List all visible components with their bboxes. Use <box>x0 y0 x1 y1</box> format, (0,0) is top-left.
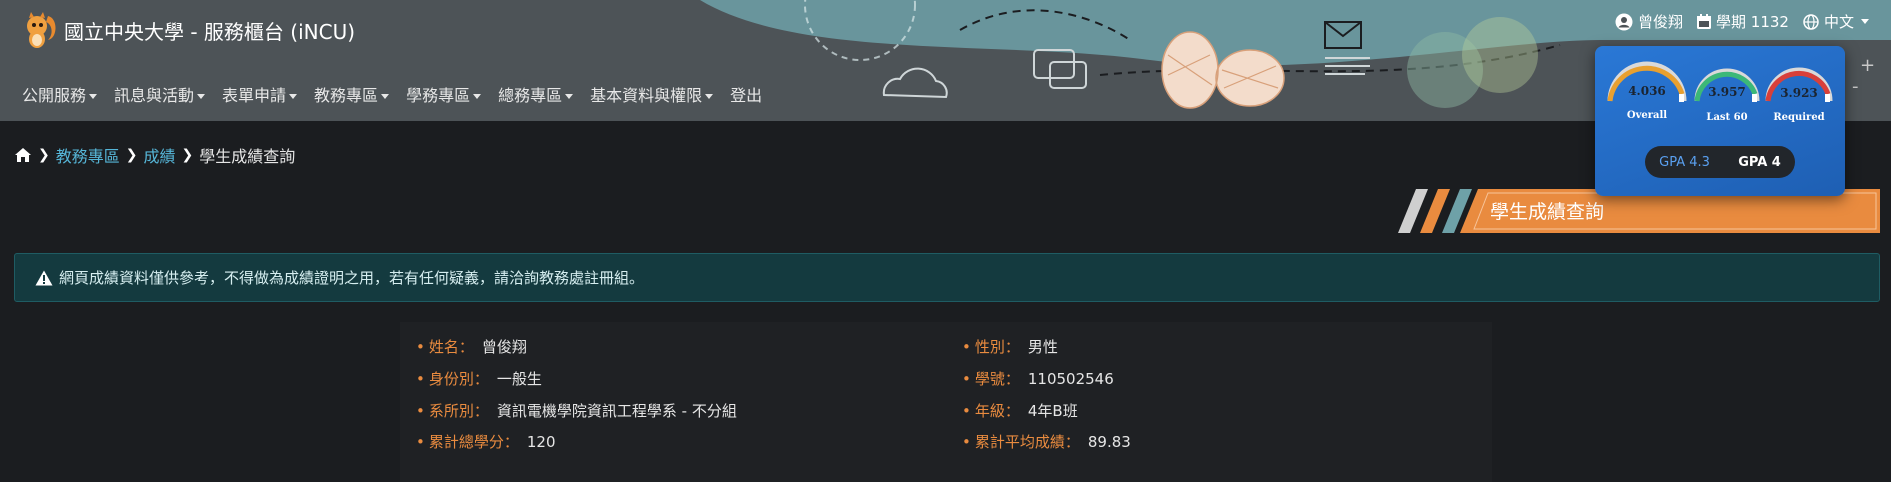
language-selector[interactable]: 中文 <box>1803 11 1869 32</box>
info-value: 89.83 <box>1087 432 1131 451</box>
nav-item-student-affairs[interactable]: 學務專區 <box>406 82 482 106</box>
notice-alert: 網頁成績資料僅供參考，不得做為成績證明之用，若有任何疑義，請洽詢教務處註冊組。 <box>14 253 1880 302</box>
info-grade-year: • 年級： 4年B班 <box>962 400 1078 421</box>
gauge-overall-value: 4.036 <box>1628 84 1666 98</box>
minus-icon[interactable]: - <box>1852 76 1859 97</box>
gauge-required-label: Required <box>1773 112 1825 123</box>
bullet: • <box>962 401 971 420</box>
bullet: • <box>416 401 425 420</box>
nav-item-label: 表單申請 <box>222 86 287 105</box>
bullet: • <box>416 337 425 356</box>
chevron-right-icon: ❯ <box>181 147 194 163</box>
nav-item-forms[interactable]: 表單申請 <box>222 82 298 106</box>
caret-down-icon <box>565 94 574 99</box>
nav-item-general-affairs[interactable]: 總務專區 <box>498 82 574 106</box>
nav-item-label: 公開服務 <box>22 86 87 105</box>
nav-item-label: 訊息與活動 <box>114 86 195 105</box>
gpa-scale-toggle: GPA 4.3 GPA 4 <box>1645 146 1795 178</box>
globe-icon <box>1803 13 1819 30</box>
info-value: 男性 <box>1027 338 1058 356</box>
info-department: • 系所別： 資訊電機學院資訊工程學系 - 不分組 <box>416 400 737 421</box>
info-label: 身份別： <box>428 370 489 388</box>
breadcrumb-academic-affairs[interactable]: 教務專區 <box>56 143 120 167</box>
info-label: 性別： <box>974 338 1020 356</box>
caret-down-icon <box>705 94 714 99</box>
nav-item-logout[interactable]: 登出 <box>730 82 762 106</box>
bullet: • <box>416 369 425 388</box>
caret-down-icon <box>473 94 482 99</box>
nav-item-label: 基本資料與權限 <box>590 86 703 105</box>
page-title: 學生成績查詢 <box>1490 201 1605 223</box>
bullet: • <box>962 369 971 388</box>
info-value: 曾俊翔 <box>481 338 527 356</box>
gauge-overall-label: Overall <box>1626 110 1668 121</box>
warning-icon <box>35 270 53 285</box>
breadcrumb-grades[interactable]: 成績 <box>143 143 175 167</box>
chevron-right-icon: ❯ <box>38 147 50 163</box>
info-average-score: • 累計平均成績： 89.83 <box>962 431 1131 452</box>
nav-item-label: 學務專區 <box>406 86 471 105</box>
nav-item-label: 總務專區 <box>498 86 563 105</box>
info-label: 系所別： <box>428 402 489 420</box>
student-info-panel: • 姓名： 曾俊翔 • 身份別： 一般生 • 系所別： 資訊電機學院資訊工程學系 - 不分組… <box>400 322 1492 482</box>
caret-down-icon <box>89 94 98 99</box>
info-value: 一般生 <box>496 370 542 388</box>
info-value: 120 <box>526 432 556 451</box>
language-label: 中文 <box>1823 13 1854 31</box>
info-label: 累計總學分： <box>428 433 519 451</box>
main-nav: 公開服務 訊息與活動 表單申請 教務專區 學務專區 總務專區 基本資料與權限 登… <box>22 82 779 106</box>
gauge-last60-value: 3.957 <box>1708 85 1746 99</box>
gauge-required-value: 3.923 <box>1780 86 1818 100</box>
info-value: 資訊電機學院資訊工程學系 - 不分組 <box>496 402 737 420</box>
info-label: 累計平均成績： <box>974 433 1080 451</box>
notice-text: 網頁成績資料僅供參考，不得做為成績證明之用，若有任何疑義，請洽詢教務處註冊組。 <box>59 269 645 287</box>
user-name: 曾俊翔 <box>1638 13 1684 31</box>
gpa-card: 4.036 Overall 3.957 Last 60 3.923 Requir… <box>1595 46 1845 196</box>
squirrel-logo-icon <box>27 12 56 48</box>
info-name: • 姓名： 曾俊翔 <box>416 336 527 357</box>
calendar-icon <box>1697 14 1712 29</box>
nav-item-label: 教務專區 <box>314 86 379 105</box>
info-label: 學號： <box>974 370 1020 388</box>
page: 國立中央大學 - 服務櫃台 (iNCU) 公開服務 訊息與活動 表單申請 教務專… <box>0 0 1891 482</box>
info-total-credits: • 累計總學分： 120 <box>416 431 556 452</box>
caret-down-icon <box>381 94 390 99</box>
info-gender: • 性別： 男性 <box>962 336 1058 357</box>
bullet: • <box>416 432 425 451</box>
user-circle-icon <box>1615 13 1633 30</box>
chevron-right-icon: ❯ <box>125 147 138 163</box>
nav-item-public-services[interactable]: 公開服務 <box>22 82 98 106</box>
breadcrumb-current: 學生成績查詢 <box>199 147 296 166</box>
home-icon[interactable] <box>14 147 32 163</box>
semester-label: 學期 1132 <box>1716 13 1789 31</box>
bullet: • <box>962 337 971 356</box>
nav-item-label: 登出 <box>730 86 763 105</box>
info-student-id: • 學號： 110502546 <box>962 368 1114 389</box>
info-label: 年級： <box>974 402 1020 420</box>
nav-item-news-events[interactable]: 訊息與活動 <box>114 82 206 106</box>
brand[interactable]: 國立中央大學 - 服務櫃台 (iNCU) <box>22 10 355 50</box>
caret-down-icon <box>289 94 298 99</box>
bullet: • <box>962 432 971 451</box>
info-identity: • 身份別： 一般生 <box>416 368 542 389</box>
app-title: 國立中央大學 - 服務櫃台 (iNCU) <box>64 19 356 44</box>
info-value: 110502546 <box>1027 369 1114 388</box>
plus-icon[interactable]: + <box>1860 55 1875 76</box>
userbar: 曾俊翔 學期 1132 中文 <box>1615 11 1869 32</box>
caret-down-icon <box>197 94 206 99</box>
gpa-43-option[interactable]: GPA 4.3 <box>1659 155 1710 170</box>
caret-down-icon <box>1861 19 1869 24</box>
semester-selector[interactable]: 學期 1132 <box>1697 11 1789 32</box>
info-value: 4年B班 <box>1027 402 1078 420</box>
breadcrumb: ❯ 教務專區 ❯ 成績 ❯ 學生成績查詢 <box>14 143 295 167</box>
info-label: 姓名： <box>428 338 474 356</box>
nav-item-academic-affairs[interactable]: 教務專區 <box>314 82 390 106</box>
gpa-4-option[interactable]: GPA 4 <box>1738 155 1781 170</box>
nav-item-profile-permissions[interactable]: 基本資料與權限 <box>590 82 714 106</box>
gauge-last60-label: Last 60 <box>1706 112 1748 123</box>
user-menu[interactable]: 曾俊翔 <box>1615 11 1683 32</box>
